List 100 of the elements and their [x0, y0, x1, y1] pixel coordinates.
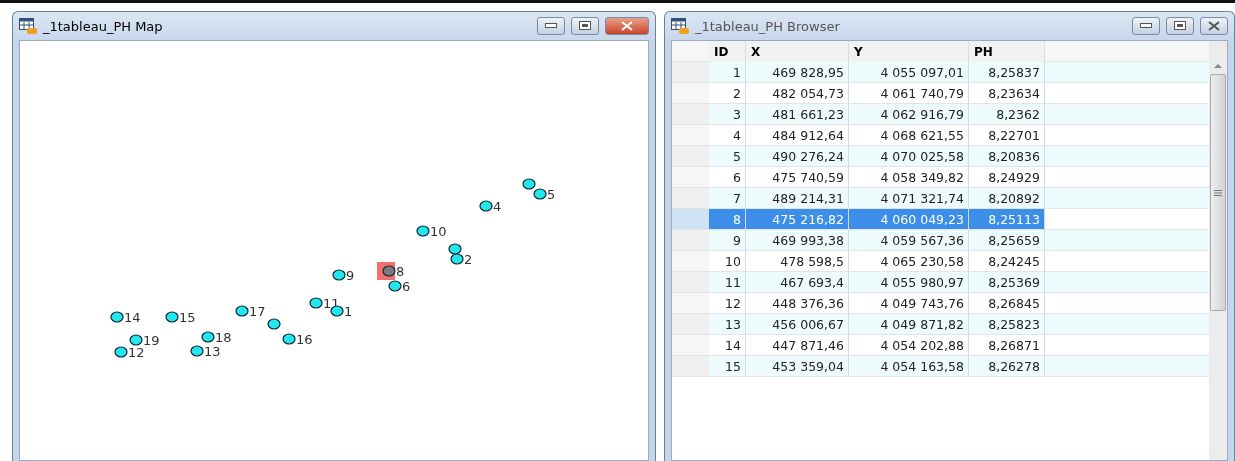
table-cell: 469 993,38 [745, 230, 849, 251]
map-point[interactable] [282, 333, 296, 345]
map-point[interactable] [190, 345, 204, 357]
map-point[interactable] [332, 269, 346, 281]
map-point[interactable] [309, 297, 323, 309]
point-label: 4 [493, 199, 502, 214]
close-button[interactable] [604, 17, 649, 35]
table-cell: 1 [708, 62, 746, 83]
table-cell: 489 214,31 [745, 188, 849, 209]
table-cell: 3 [708, 104, 746, 125]
scroll-up-icon[interactable] [1214, 63, 1222, 68]
table-cell: 8,2362 [968, 104, 1045, 125]
table-cell: 14 [708, 335, 746, 356]
point-label: 14 [124, 310, 141, 325]
table-cell: 453 359,04 [745, 356, 849, 377]
table-cell: 8,22701 [968, 125, 1045, 146]
map-point[interactable] [388, 280, 402, 292]
table-cell: 8,26871 [968, 335, 1045, 356]
table-cell: 15 [708, 356, 746, 377]
table-icon [670, 18, 689, 34]
table-cell: 8,25837 [968, 62, 1045, 83]
column-header[interactable]: X [745, 41, 849, 62]
minimize-icon [544, 23, 557, 29]
point-label: 17 [249, 304, 266, 319]
table-cell: 4 068 621,55 [848, 125, 969, 146]
table-cell: 467 693,4 [745, 272, 849, 293]
table-cell: 4 062 916,79 [848, 104, 969, 125]
map-point[interactable] [533, 188, 547, 200]
table-cell: 490 276,24 [745, 146, 849, 167]
column-header[interactable]: ID [708, 41, 746, 62]
table-cell: 9 [708, 230, 746, 251]
table-cell: 4 049 871,82 [848, 314, 969, 335]
table-cell: 475 216,82 [745, 209, 849, 230]
close-button[interactable] [1200, 17, 1228, 35]
minimize-button[interactable] [536, 17, 565, 35]
map-point[interactable] [522, 178, 536, 190]
map-point[interactable] [416, 225, 430, 237]
maximize-icon [578, 21, 591, 31]
point-label: 15 [179, 310, 196, 325]
table-cell: 4 054 163,58 [848, 356, 969, 377]
maximize-button[interactable] [1166, 17, 1194, 35]
table-cell: 10 [708, 251, 746, 272]
map-point[interactable] [479, 200, 493, 212]
table-cell: 8,26278 [968, 356, 1045, 377]
map-point[interactable] [201, 331, 215, 343]
scrollbar-thumb[interactable] [1210, 74, 1226, 311]
table-cell: 13 [708, 314, 746, 335]
map-point[interactable] [235, 305, 249, 317]
table-cell: 484 912,64 [745, 125, 849, 146]
point-label: 2 [464, 252, 473, 267]
table-cell: 8,25113 [968, 209, 1045, 230]
window-title: _1tableau_PH Map [43, 18, 164, 34]
table-cell: 8 [708, 209, 746, 230]
maximize-icon [1174, 21, 1186, 31]
table-cell: 11 [708, 272, 746, 293]
table-cell: 7 [708, 188, 746, 209]
map-point[interactable] [129, 334, 143, 346]
point-label: 19 [143, 333, 160, 348]
table-cell: 8,25369 [968, 272, 1045, 293]
column-header[interactable]: Y [848, 41, 969, 62]
scrollbar[interactable] [1209, 41, 1227, 460]
table-cell: 4 071 321,74 [848, 188, 969, 209]
table-cell: 4 049 743,76 [848, 293, 969, 314]
table-cell: 469 828,95 [745, 62, 849, 83]
table-cell: 456 006,67 [745, 314, 849, 335]
table-cell: 4 055 097,01 [848, 62, 969, 83]
table-cell: 475 740,59 [745, 167, 849, 188]
table-cell: 482 054,73 [745, 83, 849, 104]
map-point[interactable] [110, 311, 124, 323]
table-cell: 4 [708, 125, 746, 146]
map-point[interactable] [267, 318, 281, 330]
maximize-button[interactable] [570, 17, 599, 35]
table-cell: 5 [708, 146, 746, 167]
minimize-icon [1140, 23, 1152, 29]
map-point[interactable] [382, 265, 396, 277]
table-cell: 447 871,46 [745, 335, 849, 356]
point-label: 13 [204, 344, 221, 359]
table-icon [19, 18, 37, 34]
map-point[interactable] [448, 243, 462, 255]
column-header[interactable]: PH [968, 41, 1045, 62]
table-cell: 478 598,5 [745, 251, 849, 272]
table-cell: 4 059 567,36 [848, 230, 969, 251]
map-point[interactable] [165, 311, 179, 323]
table-cell: 481 661,23 [745, 104, 849, 125]
table-cell: 8,26845 [968, 293, 1045, 314]
point-label: 8 [396, 264, 405, 279]
table-cell: 8,24929 [968, 167, 1045, 188]
table-cell: 4 054 202,88 [848, 335, 969, 356]
table-cell: 8,20836 [968, 146, 1045, 167]
close-icon [620, 21, 633, 31]
table-cell: 4 070 025,58 [848, 146, 969, 167]
point-label: 1 [344, 304, 353, 319]
point-label: 12 [128, 345, 145, 360]
map-point[interactable] [450, 253, 464, 265]
table-cell: 12 [708, 293, 746, 314]
minimize-button[interactable] [1132, 17, 1160, 35]
map-point[interactable] [114, 346, 128, 358]
table-cell: 8,23634 [968, 83, 1045, 104]
point-label: 9 [346, 268, 355, 283]
table-cell: 448 376,36 [745, 293, 849, 314]
